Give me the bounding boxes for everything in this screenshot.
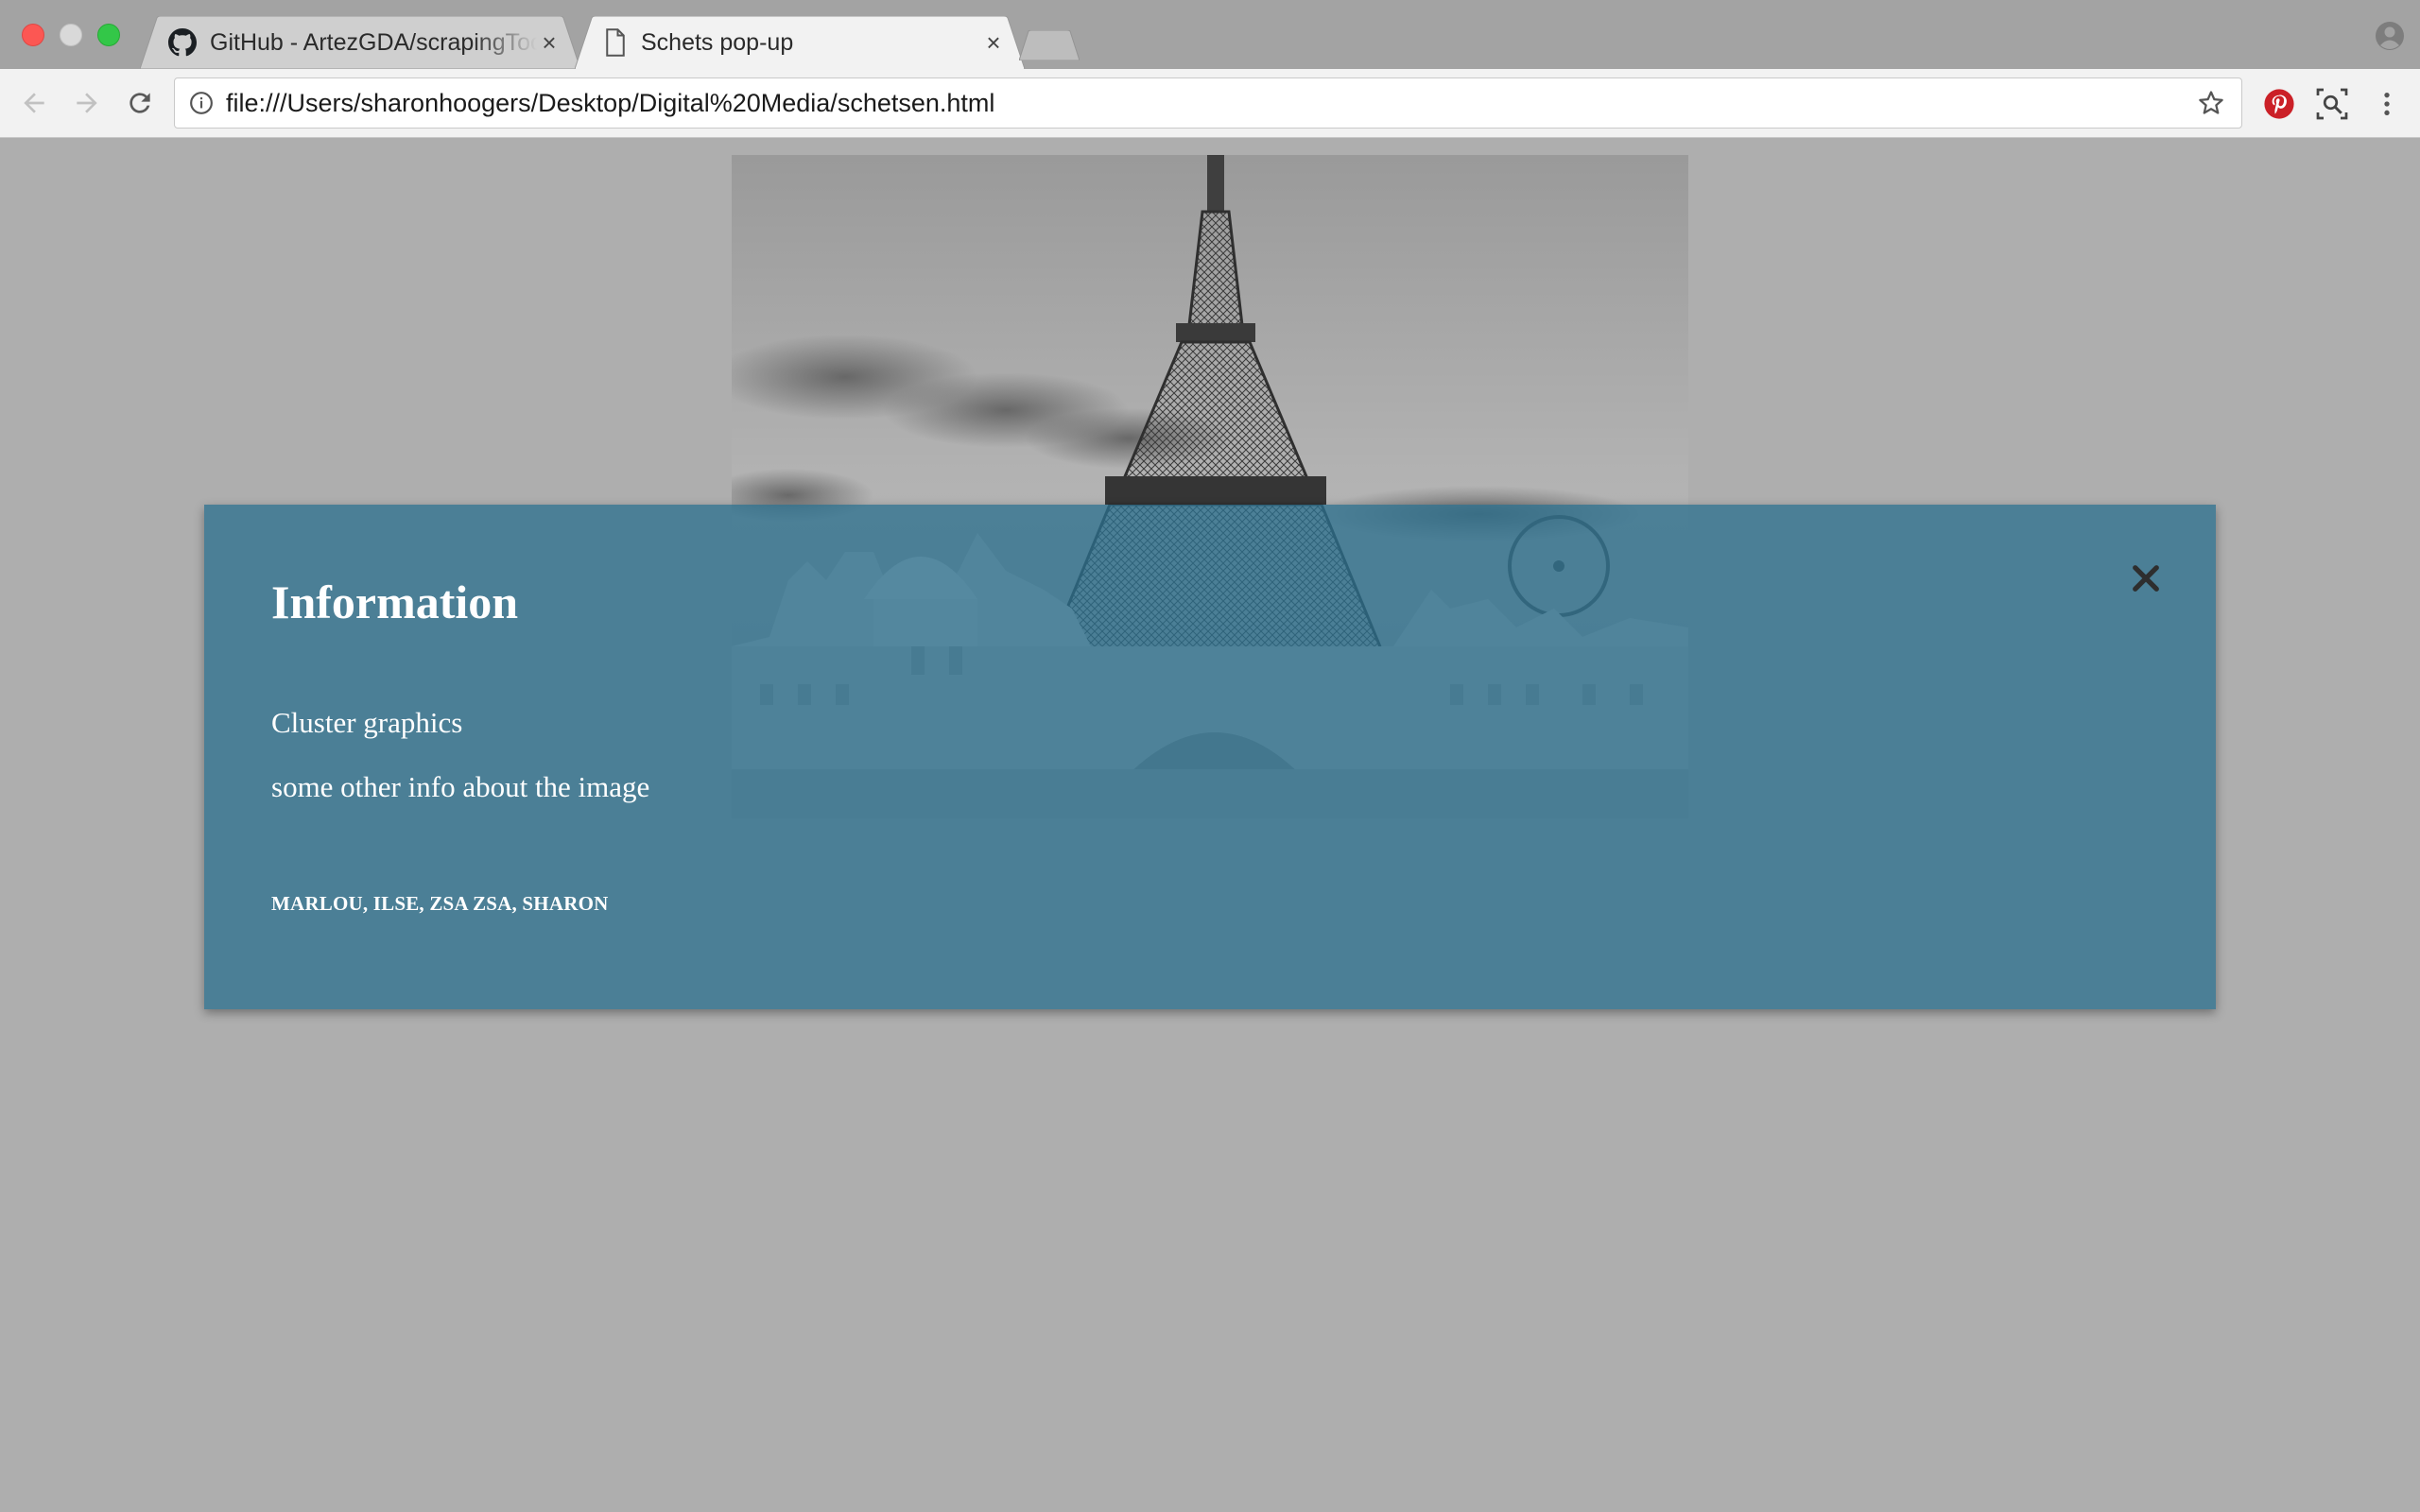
tab-schets-popup[interactable]: Schets pop-up × [575, 16, 1025, 69]
forward-button[interactable] [70, 86, 104, 120]
tab-title: Schets pop-up [641, 28, 794, 56]
tab-github[interactable]: GitHub - ArtezGDA/scrapingTools × [140, 16, 580, 69]
menu-button[interactable] [2369, 86, 2405, 122]
address-bar[interactable] [174, 77, 2242, 129]
github-icon [168, 28, 197, 57]
address-input[interactable] [226, 84, 2194, 122]
close-icon [2133, 565, 2159, 592]
tab-title: GitHub - ArtezGDA/scrapingTools [210, 28, 537, 56]
information-popup: Information Cluster graphics some other … [204, 505, 2216, 1009]
pinterest-extension-icon[interactable] [2261, 86, 2297, 122]
tab-close-icon[interactable]: × [981, 28, 1006, 57]
arrow-left-icon [24, 93, 44, 113]
popup-credits: MARLOU, ILSE, ZSA ZSA, SHARON [271, 892, 609, 915]
popup-description-title: Cluster graphics [271, 706, 463, 739]
site-info-icon[interactable] [188, 90, 215, 116]
back-button[interactable] [17, 86, 51, 120]
bookmark-star-icon[interactable] [2194, 86, 2228, 120]
popup-title: Information [271, 576, 519, 628]
star-outline-icon [2199, 91, 2223, 114]
document-icon [606, 28, 625, 57]
page-viewport: Information Cluster graphics some other … [0, 138, 2420, 1512]
new-tab-button[interactable] [1019, 30, 1080, 60]
capture-search-icon [2316, 88, 2348, 120]
kebab-menu-icon [2384, 93, 2390, 115]
profile-icon[interactable] [2375, 21, 2405, 51]
browser-titlebar: GitHub - ArtezGDA/scrapingTools × Schets… [0, 0, 2420, 69]
arrow-right-icon [77, 93, 97, 113]
popup-close-button[interactable] [2129, 561, 2163, 595]
window-close-button[interactable] [22, 24, 44, 46]
tab-close-icon[interactable]: × [537, 28, 562, 57]
browser-toolbar [0, 69, 2420, 138]
reload-icon [130, 93, 150, 113]
screenshot-extension-icon[interactable] [2314, 86, 2350, 122]
pinterest-icon [2264, 89, 2294, 119]
reload-button[interactable] [123, 86, 157, 120]
info-circle-icon [190, 92, 213, 114]
window-maximize-button[interactable] [97, 24, 120, 46]
window-minimize-button[interactable] [60, 24, 82, 46]
popup-description-text: some other info about the image [271, 770, 650, 803]
